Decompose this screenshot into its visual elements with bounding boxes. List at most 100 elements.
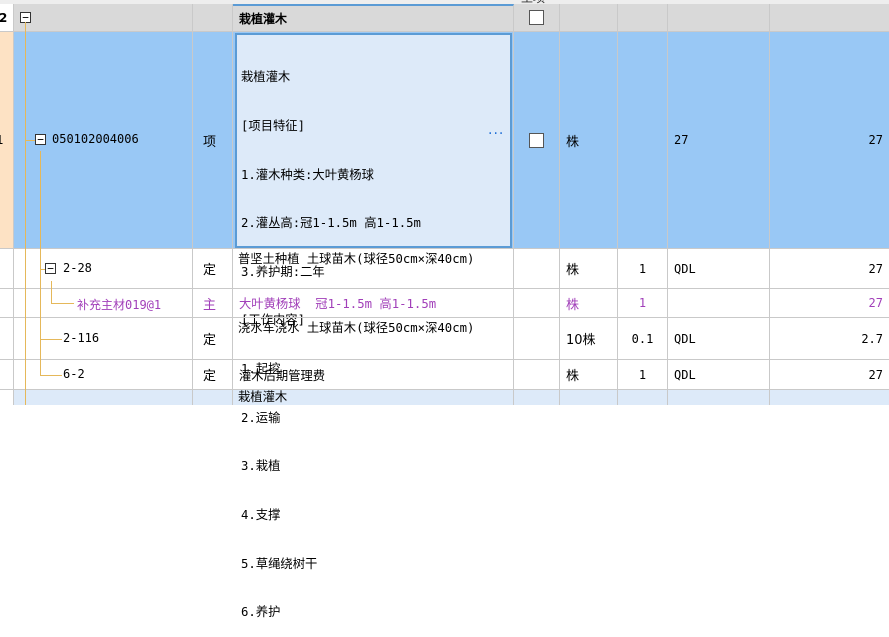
item-quantity: 27 xyxy=(868,133,883,147)
row-num-cell: 1 xyxy=(0,32,14,248)
coef-cell: 0.1 xyxy=(618,318,668,359)
desc-line: 1.灌木种类:大叶黄杨球 xyxy=(241,167,374,182)
qty-cell: 27 xyxy=(770,289,889,317)
check-cell xyxy=(514,249,560,288)
type-cell xyxy=(193,390,233,405)
main-material-row[interactable]: 补充主材019@1 主 大叶黄杨球 冠1-1.5m 高1-1.5m 株 1 27 xyxy=(0,289,889,318)
qty-cell xyxy=(770,4,889,31)
unit-cell: 株 xyxy=(560,249,618,288)
quota-code: 2-28 xyxy=(63,261,92,275)
row-num-cell xyxy=(0,249,14,288)
check-cell xyxy=(514,289,560,317)
check-cell xyxy=(514,390,560,405)
coef-cell: 1 xyxy=(618,289,668,317)
tree-line xyxy=(41,375,62,376)
qty-cell: 2.7 xyxy=(770,318,889,359)
quota-row[interactable]: − 2-28 定 普坚土种植 土球苗木(球径50cm×深40cm) 株 1 QD… xyxy=(0,249,889,289)
desc-line: 4.支撑 xyxy=(241,507,281,522)
group-title-row[interactable]: 2 − 栽植灌木 xyxy=(0,4,889,32)
bill-code: 050102004006 xyxy=(52,132,139,146)
quota-name: 浇水车浇水 土球苗木(球径50cm×深40cm) xyxy=(238,321,475,335)
qty-cell: 27 xyxy=(770,360,889,389)
desc-line: 3.栽植 xyxy=(241,459,281,474)
item-type: 定 xyxy=(203,263,217,278)
quota-expression: QDL xyxy=(674,367,696,382)
expr-cell: QDL xyxy=(668,360,770,389)
unit-cell xyxy=(560,4,618,31)
check-cell xyxy=(514,4,560,31)
unit-cell: 株 xyxy=(560,360,618,389)
item-type: 项 xyxy=(203,134,217,150)
quota-unit: 株 xyxy=(566,369,580,384)
quota-quantity: 27 xyxy=(868,261,883,276)
check-cell xyxy=(514,360,560,389)
row-num-cell xyxy=(0,289,14,317)
quota-unit: 10株 xyxy=(566,333,596,348)
quota-coefficient: 0.1 xyxy=(631,331,654,346)
quota-coefficient: 1 xyxy=(638,261,647,276)
expr-cell xyxy=(668,289,770,317)
group-checkbox[interactable] xyxy=(529,10,544,25)
expr-cell xyxy=(668,4,770,31)
desc-line: 栽植灌木 xyxy=(241,70,291,85)
quota-row[interactable]: 6-2 定 灌木后期管理费 株 1 QDL 27 xyxy=(0,360,889,390)
unit-cell xyxy=(560,390,618,405)
coef-cell xyxy=(618,32,668,248)
row-num-cell xyxy=(0,360,14,389)
quota-name: 灌木后期管理费 xyxy=(239,368,326,383)
type-cell: 项 xyxy=(193,32,233,248)
unit-cell: 株 xyxy=(560,32,618,248)
quota-code: 6-2 xyxy=(63,367,85,381)
tree-line xyxy=(41,269,45,270)
desc-line: 6.养护 xyxy=(241,605,281,620)
coef-cell: 1 xyxy=(618,360,668,389)
row-num-cell xyxy=(0,390,14,405)
material-code: 补充主材019@1 xyxy=(77,298,162,312)
material-coefficient: 1 xyxy=(638,296,647,310)
quota-unit: 株 xyxy=(566,263,580,278)
type-cell: 主 xyxy=(193,289,233,317)
group-title: 栽植灌木 xyxy=(239,12,288,26)
tree-line xyxy=(41,339,62,340)
expr-cell: QDL xyxy=(668,318,770,359)
name-cell: 栽植灌木 xyxy=(233,390,514,405)
quota-expression: QDL xyxy=(674,261,696,276)
unit-cell: 10株 xyxy=(560,318,618,359)
item-type: 定 xyxy=(203,369,217,384)
tree-line xyxy=(25,22,26,405)
qty-cell: 27 xyxy=(770,249,889,288)
coef-cell xyxy=(618,390,668,405)
collapse-toggle-icon[interactable]: − xyxy=(35,134,46,145)
coef-cell xyxy=(618,4,668,31)
type-cell: 定 xyxy=(193,249,233,288)
desc-line: 2.运输 xyxy=(241,410,281,425)
collapse-toggle-icon[interactable]: − xyxy=(45,263,56,274)
tree-line xyxy=(40,151,41,376)
check-cell xyxy=(514,318,560,359)
expr-cell xyxy=(668,390,770,405)
quota-row[interactable]: 2-116 定 浇水车浇水 土球苗木(球径50cm×深40cm) 10株 0.1… xyxy=(0,318,889,360)
coef-cell: 1 xyxy=(618,249,668,288)
row-num-cell: 2 xyxy=(0,4,14,31)
quota-expression: QDL xyxy=(674,331,696,346)
description-editor[interactable]: 栽植灌木 [项目特征] 1.灌木种类:大叶黄杨球 2.灌丛高:冠1-1.5m 高… xyxy=(235,33,512,619)
quota-coefficient: 1 xyxy=(638,367,647,382)
code-cell: − xyxy=(14,4,193,31)
name-cell: 大叶黄杨球 冠1-1.5m 高1-1.5m xyxy=(233,289,514,317)
row-number: 2 xyxy=(0,11,7,25)
name-cell: 灌木后期管理费 xyxy=(233,360,514,389)
quota-name: 普坚土种植 土球苗木(球径50cm×深40cm) xyxy=(238,252,475,266)
next-item-name: 栽植灌木 xyxy=(238,390,288,404)
quota-quantity: 2.7 xyxy=(861,331,883,346)
next-bill-row[interactable]: 栽植灌木 xyxy=(0,390,889,405)
material-unit: 株 xyxy=(566,297,580,313)
item-checkbox[interactable] xyxy=(529,132,544,148)
desc-line: [项目特征] xyxy=(241,119,305,134)
desc-line: 2.灌丛高:冠1-1.5m 高1-1.5m xyxy=(241,216,421,231)
item-unit: 株 xyxy=(566,134,580,150)
more-ellipsis-button[interactable]: ··· xyxy=(488,126,504,142)
name-cell: 普坚土种植 土球苗木(球径50cm×深40cm) xyxy=(233,249,514,288)
qty-cell xyxy=(770,390,889,405)
name-cell: 浇水车浇水 土球苗木(球径50cm×深40cm) xyxy=(233,318,514,359)
tree-line xyxy=(51,281,52,304)
